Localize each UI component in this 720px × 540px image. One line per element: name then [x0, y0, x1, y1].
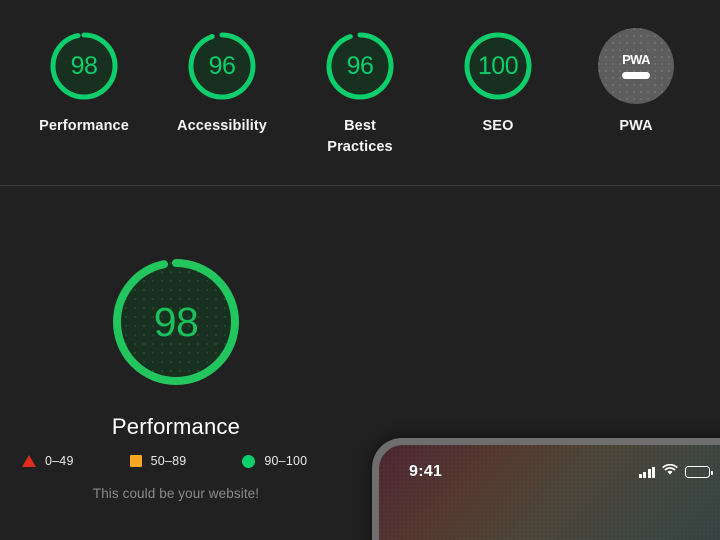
- best-practices-ring: 96: [322, 28, 398, 104]
- summary-gauge-row: 98 Performance 96 Accessibility 96 Best …: [0, 28, 720, 158]
- pwa-badge-text: PWA: [622, 52, 650, 67]
- legend-item-good: 90–100: [242, 454, 307, 468]
- average-range-square-icon: [129, 455, 142, 467]
- phone-status-bar: 9:41: [379, 461, 720, 483]
- performance-ring: 98: [46, 28, 122, 104]
- legend-item-poor: 0–49: [22, 454, 74, 468]
- legend-label-poor: 0–49: [45, 454, 74, 468]
- phone-mockup: 9:41: [372, 438, 720, 540]
- cellular-signal-icon: [638, 466, 655, 478]
- lighthouse-score-screenshot: 98 Performance 96 Accessibility 96 Best …: [0, 0, 720, 540]
- summary-gauge-pwa[interactable]: PWA PWA: [583, 28, 689, 137]
- good-range-circle-icon: [242, 454, 256, 468]
- hero-performance-panel: 98 Performance 0–49 50–89 90–100 This co…: [0, 186, 358, 540]
- best-practices-label: Best Practices: [327, 116, 392, 158]
- pwa-label: PWA: [619, 118, 653, 134]
- status-bar-time: 9:41: [409, 463, 443, 480]
- webflow-logo: [467, 523, 667, 540]
- legend-item-average: 50–89: [129, 454, 187, 468]
- performance-score: 98: [70, 51, 98, 80]
- pwa-badge-icon: PWA: [598, 28, 674, 104]
- hero-section: 98 Performance 0–49 50–89 90–100 This co…: [0, 186, 720, 540]
- legend-label-average: 50–89: [150, 454, 187, 468]
- summary-gauge-best-practices[interactable]: 96 Best Practices: [307, 28, 413, 158]
- hero-performance-score: 98: [153, 298, 199, 345]
- seo-score: 100: [477, 51, 519, 80]
- pwa-badge-dash: [622, 72, 650, 79]
- hero-performance-label: Performance: [111, 414, 241, 439]
- seo-ring: 100: [460, 28, 536, 104]
- hero-performance-ring: 98: [108, 254, 244, 390]
- summary-gauge-performance[interactable]: 98 Performance: [31, 28, 137, 137]
- best-practices-label-line1: Best: [344, 118, 376, 134]
- score-range-legend: 0–49 50–89 90–100: [22, 454, 342, 468]
- best-practices-score: 96: [346, 51, 374, 80]
- seo-label: SEO: [482, 118, 514, 134]
- status-bar-icons: [638, 463, 713, 481]
- poor-range-triangle-icon: [22, 455, 36, 467]
- accessibility-ring: 96: [184, 28, 260, 104]
- summary-gauge-accessibility[interactable]: 96 Accessibility: [169, 28, 275, 137]
- summary-gauge-seo[interactable]: 100 SEO: [445, 28, 551, 137]
- accessibility-score: 96: [208, 51, 236, 80]
- accessibility-label: Accessibility: [177, 118, 267, 134]
- phone-screen: 9:41: [379, 445, 720, 540]
- lighthouse-summary-strip: 98 Performance 96 Accessibility 96 Best …: [0, 0, 720, 186]
- battery-icon: [685, 466, 713, 478]
- wifi-icon: [662, 463, 678, 481]
- performance-label: Performance: [39, 118, 129, 134]
- best-practices-label-line2: Practices: [327, 139, 393, 156]
- hero-caption: This could be your website!: [92, 486, 260, 501]
- legend-label-good: 90–100: [264, 454, 308, 468]
